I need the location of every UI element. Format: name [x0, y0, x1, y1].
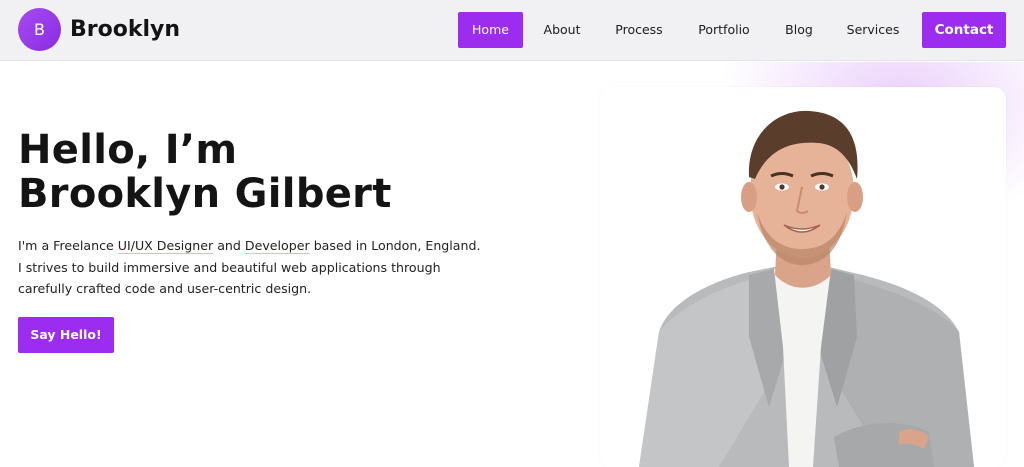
- hero-title-line-1: Hello, I’m: [18, 127, 238, 173]
- hero-description: I'm a Freelance UI/UX Designer and Devel…: [18, 235, 488, 300]
- hero-desc-text-2: and: [213, 238, 245, 253]
- hero-desc-role-developer: Developer: [244, 238, 310, 253]
- nav-portfolio-link[interactable]: Portfolio: [686, 12, 762, 48]
- nav-about-link[interactable]: About: [532, 12, 592, 48]
- hero-title-line-2: Brooklyn Gilbert: [18, 171, 392, 217]
- hero-desc-role-designer: UI/UX Designer: [117, 238, 214, 253]
- nav-home-link[interactable]: Home: [458, 12, 523, 48]
- portrait-card: [599, 87, 1006, 467]
- person-photo-icon: [639, 110, 974, 467]
- nav-services-link[interactable]: Services: [836, 12, 910, 48]
- say-hello-button[interactable]: Say Hello!: [18, 317, 114, 353]
- contact-button[interactable]: Contact: [922, 12, 1006, 48]
- hero-desc-text-1: I'm a Freelance: [18, 238, 118, 253]
- nav-blog-link[interactable]: Blog: [776, 12, 822, 48]
- hero-title: Hello, I’m Brooklyn Gilbert: [18, 128, 538, 216]
- brand-name[interactable]: Brooklyn: [70, 14, 180, 46]
- nav-process-link[interactable]: Process: [604, 12, 674, 48]
- logo-icon[interactable]: B: [18, 8, 61, 51]
- site-header: B Brooklyn Home About Process Portfolio …: [0, 0, 1024, 61]
